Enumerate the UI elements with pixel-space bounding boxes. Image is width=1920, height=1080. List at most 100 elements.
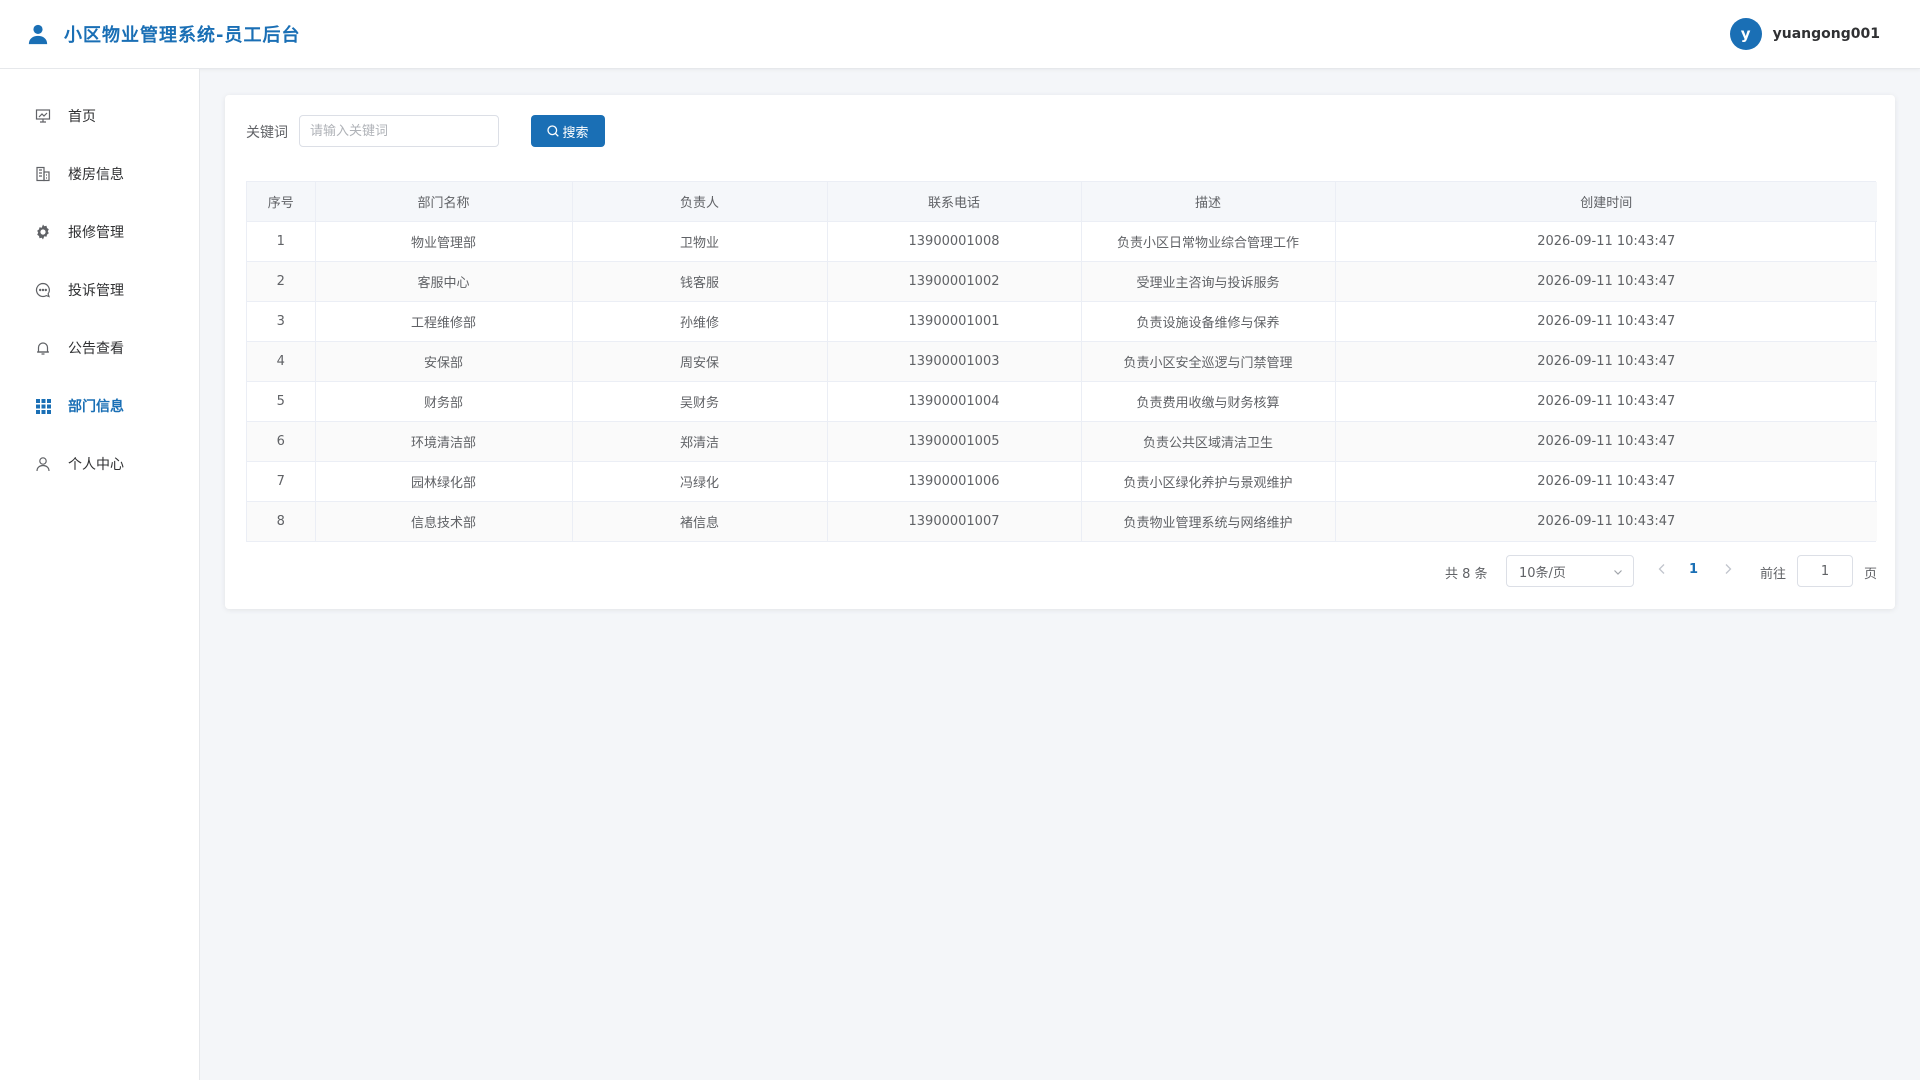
cell-phone: 13900001004 xyxy=(827,381,1082,422)
department-panel: 关键词 搜索 序号 部门名称 负责人 联系电话 描述 创建时间 xyxy=(225,95,1895,609)
cell-description: 负责小区日常物业综合管理工作 xyxy=(1081,221,1336,262)
cell-manager: 周安保 xyxy=(572,341,828,382)
cell-department: 物业管理部 xyxy=(315,221,573,262)
cell-created-at: 2026-09-11 10:43:47 xyxy=(1335,261,1877,302)
table-row: 6 环境清洁部 郑清洁 13900001005 负责公共区域清洁卫生 2026-… xyxy=(247,421,1877,462)
pagination: 共 8 条 10条/页 1 前往 页 xyxy=(225,555,1895,587)
cell-department: 客服中心 xyxy=(315,261,573,302)
user-icon xyxy=(34,455,52,473)
table-header-row: 序号 部门名称 负责人 联系电话 描述 创建时间 xyxy=(247,182,1877,222)
next-page-button[interactable] xyxy=(1723,563,1733,579)
cell-created-at: 2026-09-11 10:43:47 xyxy=(1335,341,1877,382)
top-header: 小区物业管理系统-员工后台 y yuangong001 xyxy=(0,0,1920,69)
cell-phone: 13900001006 xyxy=(827,461,1082,502)
sidebar-item-departments[interactable]: 部门信息 xyxy=(0,377,199,435)
chevron-right-icon xyxy=(1725,564,1732,574)
search-button-label: 搜索 xyxy=(562,125,589,141)
cell-manager: 冯绿化 xyxy=(572,461,828,502)
keyword-input[interactable] xyxy=(299,115,499,147)
cell-index: 3 xyxy=(247,301,316,342)
cell-manager: 孙维修 xyxy=(572,301,828,342)
app-title: 小区物业管理系统-员工后台 xyxy=(64,25,301,46)
sidebar-item-complaints[interactable]: 投诉管理 xyxy=(0,261,199,319)
goto-page-input[interactable] xyxy=(1797,555,1853,587)
cell-index: 7 xyxy=(247,461,316,502)
cell-department: 安保部 xyxy=(315,341,573,382)
cell-phone: 13900001003 xyxy=(827,341,1082,382)
table-row: 3 工程维修部 孙维修 13900001001 负责设施设备维修与保养 2026… xyxy=(247,301,1877,342)
sidebar-item-home[interactable]: 首页 xyxy=(0,87,199,145)
cell-description: 负责设施设备维修与保养 xyxy=(1081,301,1336,342)
column-header: 创建时间 xyxy=(1335,182,1877,222)
cell-department: 信息技术部 xyxy=(315,501,573,541)
sidebar-item-profile[interactable]: 个人中心 xyxy=(0,435,199,493)
grid-icon xyxy=(34,397,52,415)
cell-phone: 13900001007 xyxy=(827,501,1082,541)
cell-index: 4 xyxy=(247,341,316,382)
table-row: 7 园林绿化部 冯绿化 13900001006 负责小区绿化养护与景观维护 20… xyxy=(247,461,1877,502)
sidebar-item-label: 公告查看 xyxy=(68,341,124,357)
sidebar-item-label: 首页 xyxy=(68,109,96,125)
cell-phone: 13900001002 xyxy=(827,261,1082,302)
cell-phone: 13900001005 xyxy=(827,421,1082,462)
cell-created-at: 2026-09-11 10:43:47 xyxy=(1335,421,1877,462)
cell-index: 6 xyxy=(247,421,316,462)
sidebar-item-buildings[interactable]: 楼房信息 xyxy=(0,145,199,203)
cell-description: 负责公共区域清洁卫生 xyxy=(1081,421,1336,462)
chevron-down-icon xyxy=(1613,566,1623,581)
building-icon xyxy=(34,165,52,183)
cell-created-at: 2026-09-11 10:43:47 xyxy=(1335,301,1877,342)
cell-description: 负责小区安全巡逻与门禁管理 xyxy=(1081,341,1336,382)
page-size-select[interactable]: 10条/页 xyxy=(1506,555,1634,587)
cell-manager: 吴财务 xyxy=(572,381,828,422)
cell-index: 5 xyxy=(247,381,316,422)
cell-department: 财务部 xyxy=(315,381,573,422)
cell-department: 环境清洁部 xyxy=(315,421,573,462)
column-header: 联系电话 xyxy=(827,182,1082,222)
chat-icon xyxy=(34,281,52,299)
table-row: 8 信息技术部 褚信息 13900001007 负责物业管理系统与网络维护 20… xyxy=(247,501,1877,541)
page-unit-label: 页 xyxy=(1864,567,1878,582)
cell-description: 负责物业管理系统与网络维护 xyxy=(1081,501,1336,541)
cell-department: 园林绿化部 xyxy=(315,461,573,502)
keyword-label: 关键词 xyxy=(246,125,288,141)
sidebar: 首页 楼房信息 报修管理 投诉管理 公告查看 部门信息 个人中心 xyxy=(0,69,200,1080)
total-count: 共 8 条 xyxy=(1445,567,1488,582)
cell-created-at: 2026-09-11 10:43:47 xyxy=(1335,501,1877,541)
sidebar-item-label: 楼房信息 xyxy=(68,167,124,183)
cell-manager: 郑清洁 xyxy=(572,421,828,462)
sidebar-item-notices[interactable]: 公告查看 xyxy=(0,319,199,377)
sidebar-item-label: 部门信息 xyxy=(68,399,124,415)
sidebar-item-label: 个人中心 xyxy=(68,457,124,473)
cell-index: 8 xyxy=(247,501,316,541)
brand: 小区物业管理系统-员工后台 xyxy=(26,21,300,47)
sidebar-item-repairs[interactable]: 报修管理 xyxy=(0,203,199,261)
chevron-left-icon xyxy=(1658,564,1665,574)
presentation-icon xyxy=(34,107,52,125)
search-icon xyxy=(547,125,560,137)
bell-icon xyxy=(34,339,52,357)
cell-manager: 褚信息 xyxy=(572,501,828,541)
sidebar-item-label: 投诉管理 xyxy=(68,283,124,299)
search-button[interactable]: 搜索 xyxy=(531,115,605,147)
department-table: 序号 部门名称 负责人 联系电话 描述 创建时间 1 物业管理部 卫物业 139… xyxy=(246,181,1877,542)
prev-page-button[interactable] xyxy=(1657,563,1667,579)
user-menu[interactable]: y yuangong001 xyxy=(1729,18,1880,50)
cell-index: 1 xyxy=(247,221,316,262)
table-row: 5 财务部 吴财务 13900001004 负责费用收缴与财务核算 2026-0… xyxy=(247,381,1877,422)
cell-created-at: 2026-09-11 10:43:47 xyxy=(1335,461,1877,502)
cell-department: 工程维修部 xyxy=(315,301,573,342)
username[interactable]: yuangong001 xyxy=(1773,26,1880,42)
cell-created-at: 2026-09-11 10:43:47 xyxy=(1335,221,1877,262)
sidebar-item-label: 报修管理 xyxy=(68,225,124,241)
table-row: 1 物业管理部 卫物业 13900001008 负责小区日常物业综合管理工作 2… xyxy=(247,221,1877,262)
column-header: 部门名称 xyxy=(315,182,573,222)
gear-icon xyxy=(34,223,52,241)
avatar[interactable]: y xyxy=(1729,18,1762,50)
cell-phone: 13900001008 xyxy=(827,221,1082,262)
page-number-current[interactable]: 1 xyxy=(1689,562,1698,577)
column-header: 序号 xyxy=(247,182,316,222)
user-icon xyxy=(26,22,50,46)
cell-description: 负责费用收缴与财务核算 xyxy=(1081,381,1336,422)
cell-index: 2 xyxy=(247,261,316,302)
